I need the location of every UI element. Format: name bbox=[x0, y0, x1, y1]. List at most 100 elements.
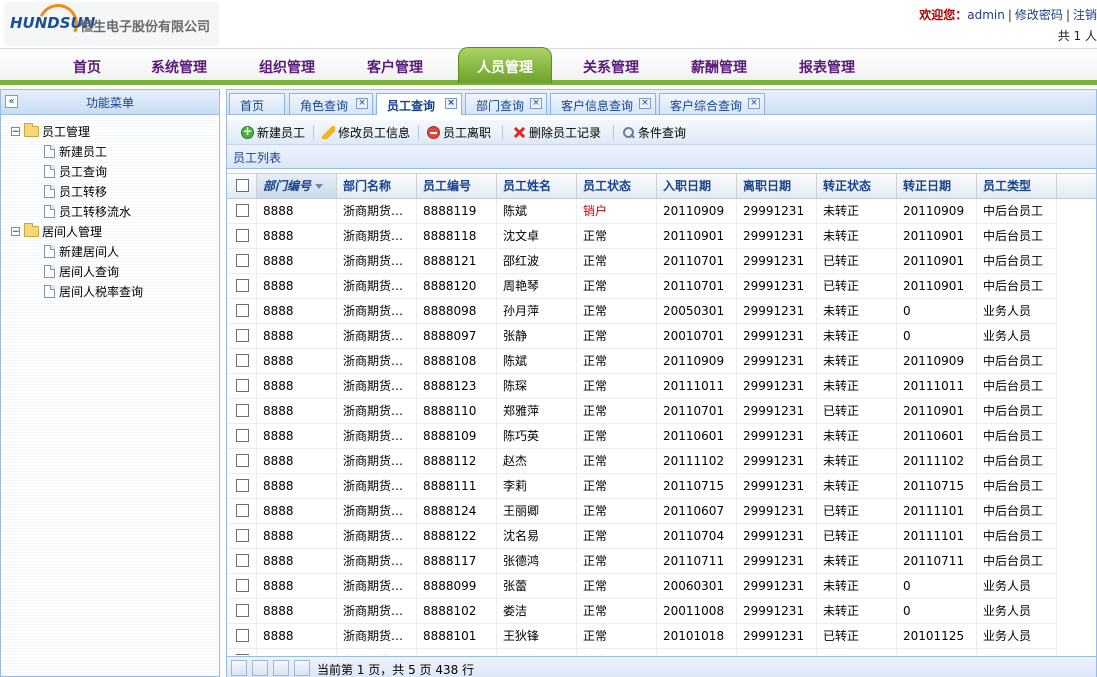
table-row[interactable]: 8888 浙商期货… 8888112 赵杰 正常 20111102 29991231 未转正 2… bbox=[227, 449, 1057, 474]
cell-hire-date: 20010701 bbox=[657, 324, 737, 348]
close-icon[interactable]: × bbox=[356, 98, 368, 109]
sidebar-header: « 功能菜单 bbox=[1, 90, 219, 115]
delete-record-button[interactable]: 删除员工记录 bbox=[513, 124, 601, 141]
cell-emp-status: 正常 bbox=[577, 574, 657, 598]
table-row[interactable]: 8888 浙商期货… 8888110 郑雅萍 正常 20110701 29991231 已转正… bbox=[227, 399, 1057, 424]
column-header-dept-name[interactable]: 部门名称 bbox=[337, 174, 417, 198]
row-checkbox[interactable] bbox=[236, 629, 249, 642]
tab-employee-query[interactable]: 员工查询 × bbox=[376, 93, 462, 115]
column-header-leave-date[interactable]: 离职日期 bbox=[737, 174, 817, 198]
cell-confirm-date: 20110901 bbox=[897, 224, 977, 248]
table-row[interactable]: 8888 浙商期货… 8888121 邵红波 正常 20110701 29991231 已转正… bbox=[227, 249, 1057, 274]
tab-role-query[interactable]: 角色查询 × bbox=[289, 93, 373, 114]
tree-item-new-employee[interactable]: 新建员工 bbox=[44, 143, 107, 161]
table-row[interactable]: 8888 浙商期货… 8888099 张蕾 正常 20060301 29991231 未转正 0… bbox=[227, 574, 1057, 599]
tree-group-intermediary[interactable]: − 居间人管理 bbox=[11, 223, 102, 241]
panel-title: 员工列表 bbox=[233, 151, 282, 165]
table-row[interactable]: 8888 浙商期货… 8888120 周艳琴 正常 20110701 29991231 已转正… bbox=[227, 274, 1057, 299]
nav-item-salary[interactable]: 薪酬管理 bbox=[691, 57, 747, 77]
column-header-emp-type[interactable]: 员工类型 bbox=[977, 174, 1057, 198]
nav-item-system[interactable]: 系统管理 bbox=[151, 57, 207, 77]
table-row[interactable]: 8888 浙商期货… 8888124 王丽卿 正常 20110607 29991231 已转正… bbox=[227, 499, 1057, 524]
nav-item-customer[interactable]: 客户管理 bbox=[367, 57, 423, 77]
tab-customer-info-query[interactable]: 客户信息查询 × bbox=[550, 93, 656, 114]
cell-confirm-status: 未转正 bbox=[817, 224, 897, 248]
row-checkbox[interactable] bbox=[236, 479, 249, 492]
table-row[interactable]: 8888 浙商期货… 8888123 陈琛 正常 20111011 29991231 未转正 2… bbox=[227, 374, 1057, 399]
table-row[interactable]: 8888 浙商期货… 8888102 娄洁 正常 20011008 29991231 未转正 0… bbox=[227, 599, 1057, 624]
tab-customer-summary-query[interactable]: 客户综合查询 × bbox=[659, 93, 765, 114]
change-password-link[interactable]: 修改密码 bbox=[1015, 8, 1063, 22]
close-icon[interactable]: × bbox=[530, 98, 542, 109]
row-checkbox[interactable] bbox=[236, 329, 249, 342]
cell-dept-id: 8888 bbox=[257, 449, 337, 473]
nav-item-personnel[interactable]: 人员管理 bbox=[458, 47, 552, 83]
table-row[interactable]: 8888 浙商期货… 8888109 陈巧英 正常 20110601 29991231 未转正… bbox=[227, 424, 1057, 449]
column-header-confirm-status[interactable]: 转正状态 bbox=[817, 174, 897, 198]
new-employee-button[interactable]: 新建员工 bbox=[241, 124, 305, 141]
table-row[interactable]: 8888 浙商期货… 8888118 沈文卓 正常 20110901 29991231 未转正… bbox=[227, 224, 1057, 249]
last-page-button[interactable] bbox=[294, 660, 310, 676]
row-checkbox[interactable] bbox=[236, 504, 249, 517]
next-page-button[interactable] bbox=[273, 660, 289, 676]
row-checkbox[interactable] bbox=[236, 579, 249, 592]
close-icon[interactable]: × bbox=[748, 98, 760, 109]
row-checkbox[interactable] bbox=[236, 454, 249, 467]
row-checkbox[interactable] bbox=[236, 254, 249, 267]
delete-icon bbox=[513, 126, 526, 139]
tree-item-employee-transfer[interactable]: 员工转移 bbox=[44, 183, 107, 201]
previous-page-button[interactable] bbox=[252, 660, 268, 676]
select-all-checkbox[interactable] bbox=[236, 179, 249, 192]
cell-confirm-date: 20110901 bbox=[897, 399, 977, 423]
edit-employee-button[interactable]: 修改员工信息 bbox=[322, 124, 410, 141]
table-row[interactable]: 8888 浙商期货… 8888111 李莉 正常 20110715 29991231 未转正 2… bbox=[227, 474, 1057, 499]
table-row[interactable]: 8888 浙商期货… 8888122 沈名易 正常 20110704 29991231 已转正… bbox=[227, 524, 1057, 549]
tree-item-transfer-log[interactable]: 员工转移流水 bbox=[44, 203, 131, 221]
resign-employee-button[interactable]: 员工离职 bbox=[427, 124, 491, 141]
row-checkbox[interactable] bbox=[236, 304, 249, 317]
row-checkbox[interactable] bbox=[236, 354, 249, 367]
row-checkbox[interactable] bbox=[236, 554, 249, 567]
row-checkbox[interactable] bbox=[236, 379, 249, 392]
row-checkbox[interactable] bbox=[236, 229, 249, 242]
row-checkbox[interactable] bbox=[236, 279, 249, 292]
logout-link[interactable]: 注销 bbox=[1073, 8, 1097, 22]
nav-item-relation[interactable]: 关系管理 bbox=[583, 57, 639, 77]
tab-home[interactable]: 首页 bbox=[229, 93, 285, 114]
collapse-toggle-icon[interactable]: − bbox=[11, 227, 20, 237]
nav-item-report[interactable]: 报表管理 bbox=[799, 57, 855, 77]
close-icon[interactable]: × bbox=[639, 98, 651, 109]
nav-item-organization[interactable]: 组织管理 bbox=[259, 57, 315, 77]
column-header-dept-id[interactable]: 部门编号 bbox=[257, 174, 337, 198]
tree-item-tax-rate-query[interactable]: 居间人税率查询 bbox=[44, 283, 143, 301]
table-row[interactable]: 8888 浙商期货… 8888119 陈斌 销户 20110909 29991231 未转正 2… bbox=[227, 199, 1057, 224]
table-row[interactable]: 8888 浙商期货… 8888101 王狄锋 正常 20101018 29991231 已转正… bbox=[227, 624, 1057, 649]
collapse-toggle-icon[interactable]: − bbox=[11, 127, 20, 137]
first-page-button[interactable] bbox=[231, 660, 247, 676]
row-checkbox[interactable] bbox=[236, 404, 249, 417]
column-header-emp-name[interactable]: 员工姓名 bbox=[497, 174, 577, 198]
tree-item-employee-query[interactable]: 员工查询 bbox=[44, 163, 107, 181]
row-checkbox[interactable] bbox=[236, 604, 249, 617]
tab-department-query[interactable]: 部门查询 × bbox=[465, 93, 547, 114]
table-row[interactable]: 8888 浙商期货… 8888117 张德鸿 正常 20110711 29991231 未转正… bbox=[227, 549, 1057, 574]
row-checkbox[interactable] bbox=[236, 429, 249, 442]
nav-item-home[interactable]: 首页 bbox=[73, 57, 101, 77]
row-checkbox[interactable] bbox=[236, 204, 249, 217]
column-header-emp-status[interactable]: 员工状态 bbox=[577, 174, 657, 198]
condition-query-button[interactable]: 条件查询 bbox=[622, 124, 686, 141]
table-row[interactable]: 8888 浙商期货… 8888098 孙月萍 正常 20050301 29991231 未转正… bbox=[227, 299, 1057, 324]
column-header-confirm-date[interactable]: 转正日期 bbox=[897, 174, 977, 198]
row-checkbox[interactable] bbox=[236, 654, 249, 655]
table-row[interactable]: 8888 浙商期货… 8888108 陈斌 正常 20110909 29991231 未转正 2… bbox=[227, 349, 1057, 374]
close-icon[interactable]: × bbox=[445, 98, 457, 109]
tree-item-new-intermediary[interactable]: 新建居间人 bbox=[44, 243, 119, 261]
table-row[interactable]: 8888浙商期货…8888104周逸峰销户2011062029991231未转正… bbox=[227, 649, 1057, 655]
tree-group-employee[interactable]: − 员工管理 bbox=[11, 123, 90, 141]
cell-dept-id: 8888 bbox=[257, 649, 337, 655]
row-checkbox[interactable] bbox=[236, 529, 249, 542]
column-header-hire-date[interactable]: 入职日期 bbox=[657, 174, 737, 198]
table-row[interactable]: 8888 浙商期货… 8888097 张静 正常 20010701 29991231 未转正 0… bbox=[227, 324, 1057, 349]
column-header-emp-id[interactable]: 员工编号 bbox=[417, 174, 497, 198]
tree-item-intermediary-query[interactable]: 居间人查询 bbox=[44, 263, 119, 281]
